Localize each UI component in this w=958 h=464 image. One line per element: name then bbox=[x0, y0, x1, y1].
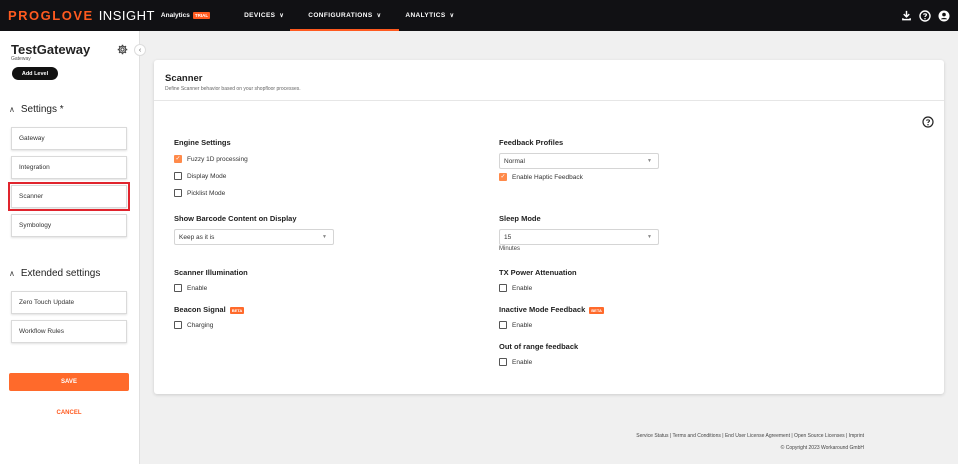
sidebar-item-gateway[interactable]: Gateway bbox=[11, 127, 127, 150]
nav-analytics-label: ANALYTICS bbox=[405, 12, 446, 19]
settings-sidebar: TestGateway Gateway ‹ Add Level ∧ Settin… bbox=[0, 31, 146, 464]
illumination-enable-label: Enable bbox=[187, 284, 208, 292]
collapse-sidebar-button[interactable]: ‹ bbox=[134, 44, 146, 56]
chevron-down-icon: ∨ bbox=[376, 13, 382, 19]
checkbox-checked-icon: ✓ bbox=[499, 173, 507, 181]
barcode-display-select[interactable]: Keep as it is ▼ bbox=[174, 229, 334, 245]
out-of-range-enable-label: Enable bbox=[512, 358, 533, 366]
feedback-profile-value: Normal bbox=[504, 157, 525, 165]
inactive-mode-label: Inactive Mode Feedback BETA bbox=[499, 305, 604, 314]
fuzzy-1d-checkbox[interactable]: ✓ Fuzzy 1D processing bbox=[174, 155, 248, 163]
card-title: Scanner bbox=[165, 73, 203, 84]
checkbox-unchecked-icon bbox=[499, 321, 507, 329]
checkbox-unchecked-icon bbox=[174, 189, 182, 197]
checkbox-checked-icon: ✓ bbox=[174, 155, 182, 163]
scanner-illumination-label: Scanner Illumination bbox=[174, 268, 248, 277]
beacon-charging-checkbox[interactable]: Charging bbox=[174, 321, 213, 329]
nav-configurations-label: CONFIGURATIONS bbox=[308, 12, 373, 19]
nav-devices[interactable]: DEVICES ∨ bbox=[232, 0, 296, 31]
chevron-left-icon: ‹ bbox=[138, 46, 142, 54]
settings-section-toggle[interactable]: ∧ Settings * bbox=[9, 104, 64, 115]
footer-links[interactable]: Service Status | Terms and Conditions | … bbox=[636, 433, 864, 439]
out-of-range-label: Out of range feedback bbox=[499, 342, 579, 351]
gateway-subtitle: Gateway bbox=[11, 56, 31, 62]
sleep-mode-select[interactable]: 15 ▼ bbox=[499, 229, 659, 245]
beacon-charging-label: Charging bbox=[187, 321, 214, 329]
save-button[interactable]: SAVE bbox=[9, 373, 129, 391]
fuzzy-1d-label: Fuzzy 1D processing bbox=[187, 155, 248, 163]
display-mode-checkbox[interactable]: Display Mode bbox=[174, 172, 226, 180]
dropdown-arrow-icon: ▼ bbox=[647, 158, 652, 164]
footer-copyright: © Copyright 2023 Workaround GmbH bbox=[780, 445, 864, 451]
inactive-mode-enable-label: Enable bbox=[512, 321, 533, 329]
scanner-settings-card: Scanner Define Scanner behavior based on… bbox=[154, 60, 944, 394]
beacon-signal-label: Beacon Signal BETA bbox=[174, 305, 245, 314]
nav-analytics[interactable]: ANALYTICS ∨ bbox=[393, 0, 466, 31]
haptic-feedback-label: Enable Haptic Feedback bbox=[512, 173, 583, 181]
feedback-profiles-label: Feedback Profiles bbox=[499, 138, 564, 147]
top-navigation-bar: PROGLOVE INSIGHT Analytics TRIAL DEVICES… bbox=[0, 0, 958, 31]
chevron-down-icon: ∨ bbox=[279, 13, 285, 19]
checkbox-unchecked-icon bbox=[174, 284, 182, 292]
chevron-up-icon: ∧ bbox=[9, 269, 15, 278]
gear-icon[interactable] bbox=[117, 42, 128, 55]
account-icon[interactable] bbox=[938, 10, 950, 22]
brand-proglove: PROGLOVE bbox=[8, 8, 94, 23]
sidebar-item-symbology[interactable]: Symbology bbox=[11, 214, 127, 237]
chevron-up-icon: ∧ bbox=[9, 105, 15, 114]
divider bbox=[154, 100, 944, 101]
picklist-mode-label: Picklist Mode bbox=[187, 189, 226, 197]
brand-insight: INSIGHT bbox=[98, 8, 155, 23]
inactive-mode-enable-checkbox[interactable]: Enable bbox=[499, 321, 532, 329]
chevron-down-icon: ∨ bbox=[449, 13, 455, 19]
cancel-button[interactable]: CANCEL bbox=[9, 407, 129, 419]
checkbox-unchecked-icon bbox=[499, 284, 507, 292]
card-description: Define Scanner behavior based on your sh… bbox=[165, 86, 301, 92]
brand-logo[interactable]: PROGLOVE INSIGHT Analytics TRIAL bbox=[8, 8, 211, 23]
trial-badge: TRIAL bbox=[192, 12, 211, 19]
inactive-mode-text: Inactive Mode Feedback bbox=[499, 305, 586, 314]
tx-power-label: TX Power Attenuation bbox=[499, 268, 577, 277]
tx-power-enable-checkbox[interactable]: Enable bbox=[499, 284, 532, 292]
checkbox-unchecked-icon bbox=[499, 358, 507, 366]
barcode-display-label: Show Barcode Content on Display bbox=[174, 214, 297, 223]
top-icons bbox=[900, 0, 950, 31]
help-icon[interactable] bbox=[919, 9, 931, 22]
nav-configurations[interactable]: CONFIGURATIONS ∨ bbox=[290, 0, 400, 31]
picklist-mode-checkbox[interactable]: Picklist Mode bbox=[174, 189, 225, 197]
tx-power-enable-label: Enable bbox=[512, 284, 533, 292]
sidebar-item-workflow-rules[interactable]: Workflow Rules bbox=[11, 320, 127, 343]
brand-analytics: Analytics bbox=[160, 12, 190, 19]
download-icon[interactable] bbox=[900, 10, 912, 22]
sidebar-item-zero-touch-update[interactable]: Zero Touch Update bbox=[11, 291, 127, 314]
gateway-title: TestGateway bbox=[11, 42, 91, 57]
main-nav: DEVICES ∨ CONFIGURATIONS ∨ ANALYTICS ∨ bbox=[232, 0, 466, 31]
checkbox-unchecked-icon bbox=[174, 172, 182, 180]
dropdown-arrow-icon: ▼ bbox=[322, 234, 327, 240]
add-level-button[interactable]: Add Level bbox=[12, 67, 58, 80]
beacon-signal-text: Beacon Signal bbox=[174, 305, 226, 314]
sidebar-item-scanner[interactable]: Scanner bbox=[8, 182, 130, 211]
dropdown-arrow-icon: ▼ bbox=[647, 234, 652, 240]
extended-settings-heading: Extended settings bbox=[20, 268, 101, 279]
help-icon[interactable] bbox=[922, 115, 934, 128]
out-of-range-enable-checkbox[interactable]: Enable bbox=[499, 358, 532, 366]
haptic-feedback-checkbox[interactable]: ✓ Enable Haptic Feedback bbox=[499, 173, 583, 181]
barcode-display-value: Keep as it is bbox=[179, 233, 215, 241]
illumination-enable-checkbox[interactable]: Enable bbox=[174, 284, 207, 292]
nav-devices-label: DEVICES bbox=[244, 12, 276, 19]
beta-badge: BETA bbox=[589, 306, 604, 314]
feedback-profile-select[interactable]: Normal ▼ bbox=[499, 153, 659, 169]
display-mode-label: Display Mode bbox=[187, 172, 227, 180]
sleep-mode-label: Sleep Mode bbox=[499, 214, 541, 223]
checkbox-unchecked-icon bbox=[174, 321, 182, 329]
sidebar-item-integration[interactable]: Integration bbox=[11, 156, 127, 179]
extended-settings-toggle[interactable]: ∧ Extended settings bbox=[9, 268, 100, 279]
engine-settings-label: Engine Settings bbox=[174, 138, 231, 147]
sleep-mode-unit: Minutes bbox=[499, 246, 521, 252]
sleep-mode-value: 15 bbox=[504, 233, 512, 241]
settings-heading: Settings * bbox=[20, 104, 64, 115]
beta-badge: BETA bbox=[229, 306, 245, 314]
